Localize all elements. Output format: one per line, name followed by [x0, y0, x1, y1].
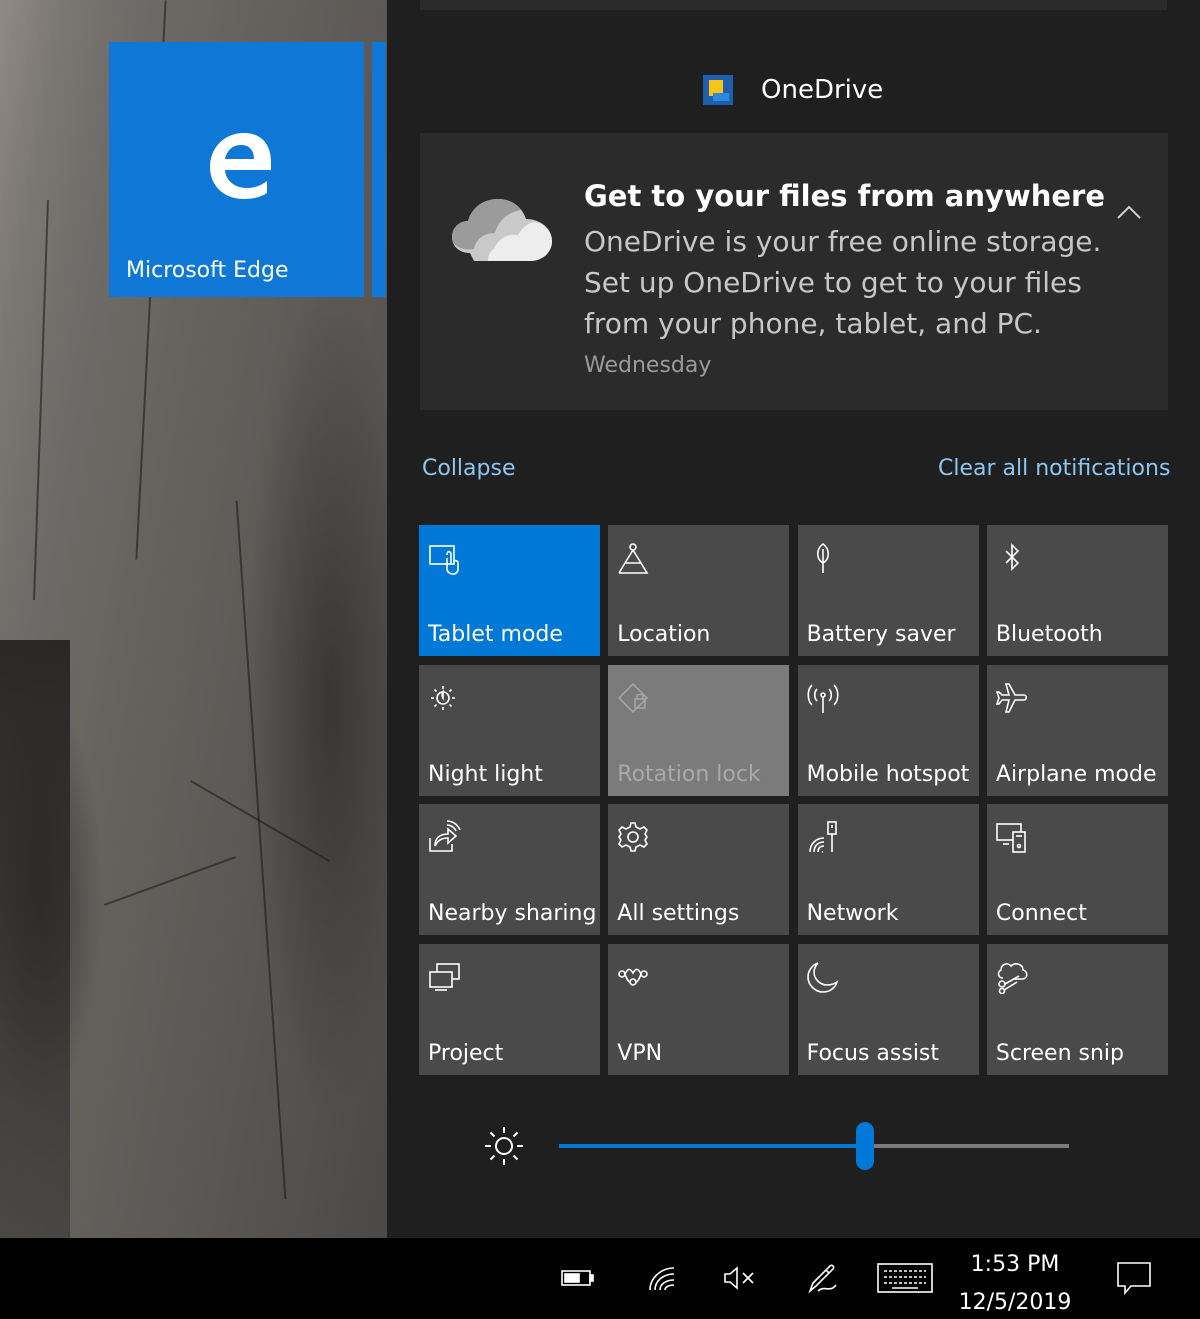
- battery-icon[interactable]: [560, 1258, 596, 1298]
- quick-action-label: Battery saver: [806, 622, 956, 647]
- quick-action-all-settings[interactable]: All settings: [608, 804, 790, 936]
- quick-action-vpn[interactable]: VPN: [608, 944, 790, 1076]
- quick-action-label: Bluetooth: [995, 622, 1103, 647]
- rotation-lock-icon: [618, 682, 649, 713]
- quick-action-mobile-hotspot[interactable]: Mobile hotspot: [797, 664, 979, 796]
- quick-action-connect[interactable]: Connect: [986, 804, 1168, 936]
- quick-action-label: Rotation lock: [617, 761, 761, 787]
- brightness-slider-fill: [559, 1144, 865, 1148]
- quick-action-label: Night light: [428, 761, 543, 787]
- nearby-sharing-icon: [429, 820, 461, 853]
- partial-tile[interactable]: [372, 42, 386, 297]
- action-center-icon[interactable]: [1114, 1258, 1154, 1298]
- quick-action-label: Focus assist: [806, 1041, 940, 1067]
- chevron-up-icon[interactable]: [1116, 203, 1142, 221]
- volume-muted-icon[interactable]: [722, 1258, 758, 1298]
- notification-title: Get to your files from anywhere: [584, 179, 1105, 213]
- notification-group-header[interactable]: OneDrive: [703, 72, 883, 108]
- action-center-panel: OneDrive Get to your files from anywhere…: [387, 0, 1200, 1238]
- quick-action-location[interactable]: Location: [608, 525, 790, 656]
- previous-notification-edge: [420, 0, 1167, 10]
- network-icon: [808, 821, 837, 854]
- notification-time: Wednesday: [584, 353, 712, 378]
- onedrive-icon: [703, 75, 733, 105]
- quick-action-airplane-mode[interactable]: Airplane mode: [986, 664, 1168, 796]
- quick-action-label: VPN: [617, 1041, 663, 1067]
- screen-snip-icon: [997, 963, 1028, 995]
- brightness-slider-thumb[interactable]: [856, 1122, 874, 1170]
- quick-action-label: Airplane mode: [995, 761, 1157, 787]
- clock-time: 1:53 PM: [970, 1252, 1060, 1277]
- vpn-icon: [618, 968, 649, 986]
- quick-action-nearby-sharing[interactable]: Nearby sharing: [419, 804, 600, 936]
- group-title: OneDrive: [761, 75, 884, 105]
- brightness-icon: [485, 1127, 523, 1165]
- quick-action-project[interactable]: Project: [419, 944, 600, 1076]
- quick-action-battery-saver[interactable]: Battery saver: [797, 525, 979, 656]
- quick-actions-grid: Tablet mode Location Battery saver Bluet…: [419, 525, 1168, 1076]
- notification-body: OneDrive is your free online storage. Se…: [584, 225, 1102, 340]
- quick-action-night-light[interactable]: Night light: [419, 664, 600, 796]
- quick-action-rotation-lock[interactable]: Rotation lock: [608, 664, 790, 796]
- connect-icon: [996, 823, 1026, 854]
- gear-icon: [618, 822, 649, 853]
- clock-date: 12/5/2019: [958, 1290, 1072, 1315]
- quick-action-label: Tablet mode: [428, 622, 563, 647]
- location-icon: [618, 543, 649, 574]
- moon-icon: [806, 962, 839, 993]
- tile-label: Microsoft Edge: [126, 258, 289, 283]
- quick-action-screen-snip[interactable]: Screen snip: [986, 944, 1168, 1076]
- quick-action-label: Location: [617, 622, 711, 647]
- quick-action-label: Network: [806, 901, 899, 927]
- night-light-icon: [431, 685, 455, 710]
- quick-action-label: Screen snip: [995, 1041, 1125, 1067]
- cloud-icon: [452, 199, 552, 261]
- quick-action-label: All settings: [617, 901, 740, 927]
- taskbar-clock[interactable]: 1:53 PM 12/5/2019: [950, 1246, 1080, 1319]
- microsoft-edge-tile[interactable]: Microsoft Edge: [109, 42, 364, 297]
- wifi-icon[interactable]: [646, 1258, 678, 1298]
- project-icon: [429, 963, 460, 991]
- keyboard-icon[interactable]: [876, 1258, 934, 1298]
- edge-icon: [210, 133, 271, 199]
- quick-action-focus-assist[interactable]: Focus assist: [797, 944, 979, 1076]
- quick-action-bluetooth[interactable]: Bluetooth: [986, 525, 1168, 656]
- collapse-link[interactable]: Collapse: [422, 456, 516, 481]
- clear-all-notifications-link[interactable]: Clear all notifications: [938, 456, 1170, 481]
- quick-action-label: Project: [428, 1041, 504, 1067]
- quick-action-tablet-mode[interactable]: Tablet mode: [419, 525, 600, 656]
- pen-icon[interactable]: [804, 1258, 842, 1298]
- airplane-icon: [995, 682, 1027, 713]
- quick-action-label: Connect: [995, 901, 1087, 927]
- tablet-mode-icon: [429, 545, 459, 575]
- bluetooth-icon: [1005, 543, 1020, 571]
- quick-action-network[interactable]: Network: [797, 804, 979, 936]
- taskbar: 1:53 PM 12/5/2019: [0, 1238, 1200, 1319]
- notification-card[interactable]: Get to your files from anywhere OneDrive…: [420, 133, 1168, 410]
- quick-action-label: Mobile hotspot: [806, 761, 970, 787]
- battery-saver-icon: [816, 543, 829, 573]
- quick-action-label: Nearby sharing: [428, 901, 597, 927]
- mobile-hotspot-icon: [807, 684, 839, 713]
- brightness-control: [483, 1122, 1083, 1170]
